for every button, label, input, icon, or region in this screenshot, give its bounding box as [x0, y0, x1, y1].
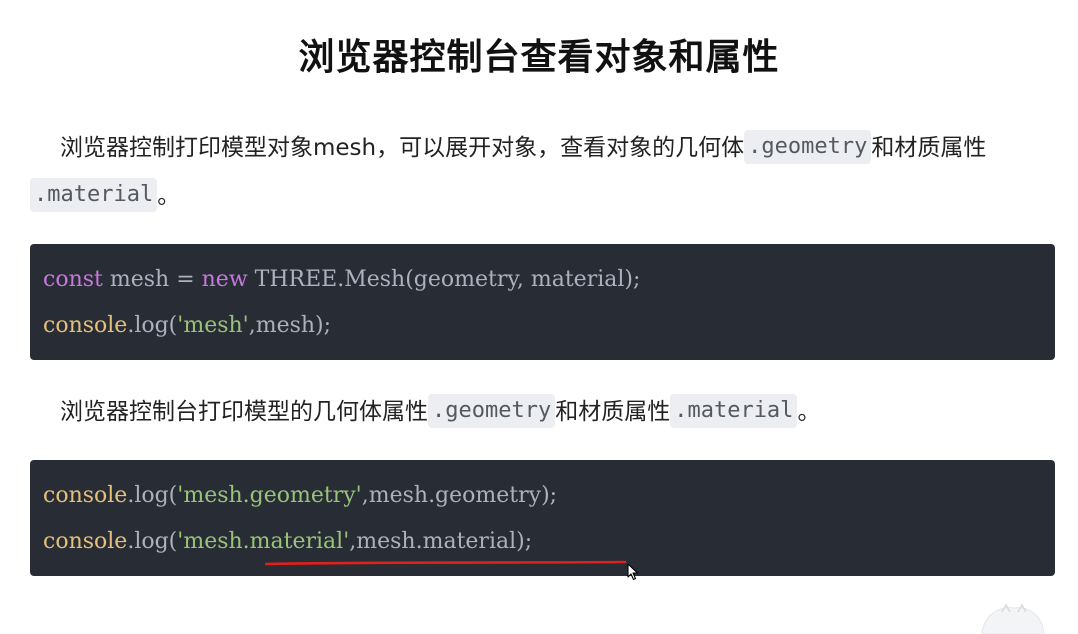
- code-object: console: [43, 483, 128, 508]
- code-text: ,mesh);: [248, 313, 332, 338]
- code-string: 'mesh': [177, 313, 249, 338]
- inline-code-material: .material: [670, 394, 798, 428]
- red-underline-annotation: [265, 560, 627, 566]
- code-keyword: new: [201, 267, 248, 292]
- code-text: mesh =: [102, 267, 202, 292]
- code-line: console.log('mesh',mesh);: [43, 311, 331, 341]
- code-object: console: [43, 313, 128, 338]
- code-line: console.log('mesh.geometry',mesh.geometr…: [43, 481, 557, 511]
- code-text: .log(: [127, 529, 178, 554]
- para1-text-middle: 和材质属性: [871, 135, 987, 161]
- code-text: ,mesh.material);: [349, 529, 533, 554]
- paragraph-properties: 浏览器控制台打印模型的几何体属性 .geometry 和材质属性 .material。: [30, 388, 1040, 436]
- inline-code-geometry: .geometry: [744, 130, 872, 164]
- code-block-mesh: const mesh = new THREE.Mesh(geometry, ma…: [30, 244, 1055, 360]
- code-text: ,mesh.geometry);: [361, 483, 558, 508]
- inline-code-material: .material: [30, 178, 158, 212]
- code-text: .log(: [127, 483, 178, 508]
- code-text: .log(: [127, 313, 178, 338]
- code-block-properties: console.log('mesh.geometry',mesh.geometr…: [30, 460, 1055, 576]
- para2-text-before: 浏览器控制台打印模型的几何体属性: [60, 399, 428, 425]
- page-title: 浏览器控制台查看对象和属性: [298, 37, 780, 78]
- code-object: console: [43, 529, 128, 554]
- paragraph-intro: 浏览器控制打印模型对象mesh，可以展开对象，查看对象的几何体 .geometry…: [30, 124, 1040, 220]
- code-line: console.log('mesh.material',mesh.materia…: [43, 527, 532, 557]
- para1-text-before: 浏览器控制打印模型对象mesh，可以展开对象，查看对象的几何体: [60, 135, 745, 161]
- code-string: 'mesh.material': [177, 529, 350, 554]
- mouse-pointer-icon: [627, 563, 639, 581]
- code-text: THREE.Mesh(geometry, material);: [247, 267, 641, 292]
- para2-text-after: 。: [797, 399, 821, 425]
- code-string: 'mesh.geometry': [177, 483, 362, 508]
- para2-text-middle: 和材质属性: [555, 399, 671, 425]
- inline-code-geometry: .geometry: [428, 394, 556, 428]
- code-keyword: const: [43, 267, 103, 292]
- watermark-logo-icon: [981, 603, 1045, 634]
- code-line: const mesh = new THREE.Mesh(geometry, ma…: [43, 265, 640, 295]
- para1-text-after: 。: [157, 183, 181, 209]
